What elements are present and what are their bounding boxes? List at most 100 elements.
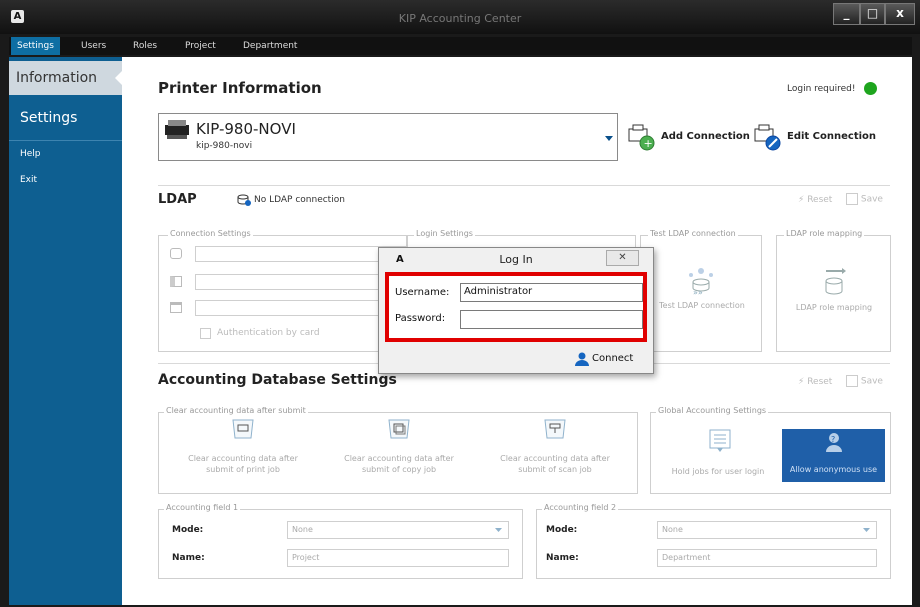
copy-bin-icon bbox=[388, 419, 410, 439]
accounting-field-1-group bbox=[158, 509, 523, 579]
allow-anonymous-label: Allow anonymous use bbox=[789, 465, 878, 474]
menu-bar: Settings Users Roles Project Department bbox=[9, 37, 912, 55]
ldap-role-mapping-legend: LDAP role mapping bbox=[784, 229, 865, 238]
clear-print-job-toggle[interactable]: Clear accounting data after submit of pr… bbox=[178, 419, 308, 489]
global-accounting-legend: Global Accounting Settings bbox=[656, 406, 769, 415]
ldap-status: No LDAP connection bbox=[254, 195, 345, 205]
field2-mode-value: None bbox=[662, 525, 683, 534]
ldap-save-button[interactable]: Save bbox=[846, 193, 883, 205]
auth-by-card-checkbox[interactable] bbox=[200, 328, 211, 339]
title-bar: A KIP Accounting Center _ □ x bbox=[0, 0, 920, 34]
accounting-save-label: Save bbox=[860, 376, 883, 387]
port-field[interactable] bbox=[195, 274, 408, 290]
printer-heading: Printer Information bbox=[158, 79, 322, 97]
ldap-status-icon bbox=[237, 194, 251, 206]
field1-name-input[interactable]: Project bbox=[287, 549, 509, 567]
role-mapping-icon bbox=[825, 268, 846, 295]
add-connection-icon: + bbox=[628, 124, 655, 151]
field1-name-label: Name: bbox=[172, 553, 205, 563]
allow-anonymous-toggle[interactable]: ? Allow anonymous use bbox=[782, 429, 885, 482]
window-title: KIP Accounting Center bbox=[398, 12, 522, 25]
svg-text:+: + bbox=[644, 137, 653, 150]
ldap-role-mapping-button[interactable]: LDAP role mapping bbox=[778, 267, 890, 322]
divider bbox=[158, 185, 890, 186]
server-field[interactable] bbox=[195, 246, 408, 262]
clear-copy-job-toggle[interactable]: Clear accounting data after submit of co… bbox=[334, 419, 464, 489]
app-window: A KIP Accounting Center _ □ x Settings U… bbox=[0, 0, 920, 607]
save-icon bbox=[846, 375, 858, 387]
login-status-icon bbox=[864, 82, 877, 95]
add-connection-label: Add Connection bbox=[661, 131, 750, 142]
tab-project[interactable]: Project bbox=[185, 37, 216, 55]
ldap-heading: LDAP bbox=[158, 192, 197, 207]
printer-select[interactable]: KIP-980-NOVI kip-980-novi bbox=[158, 113, 618, 161]
field2-name-input[interactable]: Department bbox=[657, 549, 877, 567]
sidebar-divider bbox=[9, 140, 122, 141]
printer-host: kip-980-novi bbox=[196, 141, 253, 151]
hold-jobs-label: Hold jobs for user login bbox=[671, 467, 765, 476]
printer-icon bbox=[165, 120, 189, 139]
password-input[interactable] bbox=[460, 310, 643, 329]
domain-field[interactable] bbox=[195, 300, 408, 316]
test-ldap-legend: Test LDAP connection bbox=[648, 229, 738, 238]
field2-mode-select[interactable]: None bbox=[657, 521, 877, 539]
sidebar-item-information[interactable]: Information bbox=[9, 61, 122, 95]
password-label: Password: bbox=[395, 313, 446, 324]
tab-roles[interactable]: Roles bbox=[133, 37, 157, 55]
hold-jobs-toggle[interactable]: Hold jobs for user login bbox=[658, 425, 778, 485]
accounting-heading: Accounting Database Settings bbox=[158, 372, 397, 388]
chevron-down-icon bbox=[863, 528, 870, 532]
sidebar-item-exit[interactable]: Exit bbox=[9, 172, 122, 188]
auth-by-card-label: Authentication by card bbox=[217, 328, 320, 338]
minimize-button[interactable]: _ bbox=[833, 3, 860, 25]
anonymous-user-icon: ? bbox=[826, 433, 842, 452]
username-label: Username: bbox=[395, 287, 450, 298]
dialog-close-button[interactable]: ✕ bbox=[606, 250, 639, 266]
login-required-text: Login required! bbox=[787, 84, 856, 94]
connection-settings-legend: Connection Settings bbox=[168, 229, 253, 238]
chevron-down-icon bbox=[605, 136, 613, 141]
app-icon: A bbox=[11, 10, 24, 23]
user-icon bbox=[575, 352, 589, 366]
add-connection-button[interactable]: + Add Connection bbox=[627, 123, 750, 153]
accounting-reset-label: Reset bbox=[807, 377, 833, 387]
scan-bin-icon bbox=[544, 419, 566, 439]
domain-icon bbox=[170, 302, 182, 313]
login-dialog: A Log In ✕ Username: Administrator Passw… bbox=[378, 247, 654, 374]
tab-users[interactable]: Users bbox=[81, 37, 106, 55]
clear-print-label: Clear accounting data after submit of pr… bbox=[188, 454, 298, 474]
test-ldap-label: Test LDAP connection bbox=[659, 301, 745, 310]
accounting-reset-button[interactable]: ⚡ Reset bbox=[798, 377, 832, 387]
login-settings-legend: Login Settings bbox=[414, 229, 475, 238]
field2-mode-label: Mode: bbox=[546, 525, 578, 535]
ldap-save-label: Save bbox=[860, 194, 883, 205]
port-icon bbox=[170, 276, 182, 287]
field1-mode-value: None bbox=[292, 525, 313, 534]
field2-name-label: Name: bbox=[546, 553, 579, 563]
test-ldap-button[interactable]: »» Test LDAP connection bbox=[644, 267, 760, 322]
close-button[interactable]: x bbox=[885, 3, 915, 25]
sidebar-item-help[interactable]: Help bbox=[9, 146, 122, 162]
ldap-role-mapping-label: LDAP role mapping bbox=[795, 303, 873, 312]
svg-text:»»: »» bbox=[693, 288, 703, 295]
username-input[interactable]: Administrator bbox=[460, 283, 643, 302]
chevron-down-icon bbox=[495, 528, 502, 532]
accounting-save-button[interactable]: Save bbox=[846, 375, 883, 387]
printer-name: KIP-980-NOVI bbox=[196, 120, 296, 138]
ldap-reset-button[interactable]: ⚡ Reset bbox=[798, 195, 832, 205]
save-icon bbox=[846, 193, 858, 205]
field1-mode-label: Mode: bbox=[172, 525, 204, 535]
edit-connection-button[interactable]: Edit Connection bbox=[753, 123, 876, 153]
tab-settings[interactable]: Settings bbox=[11, 37, 60, 55]
sidebar-item-settings[interactable]: Settings bbox=[9, 104, 122, 132]
credentials-highlight: Username: Administrator Password: bbox=[385, 272, 647, 342]
edit-connection-label: Edit Connection bbox=[787, 131, 877, 142]
sidebar: Information Settings Help Exit bbox=[9, 57, 123, 605]
maximize-button[interactable]: □ bbox=[860, 3, 885, 25]
field1-mode-select[interactable]: None bbox=[287, 521, 509, 539]
dialog-title-bar: A Log In ✕ bbox=[379, 248, 653, 272]
clear-scan-label: Clear accounting data after submit of sc… bbox=[500, 454, 610, 474]
clear-accounting-legend: Clear accounting data after submit bbox=[164, 406, 308, 415]
tab-department[interactable]: Department bbox=[243, 37, 297, 55]
clear-scan-job-toggle[interactable]: Clear accounting data after submit of sc… bbox=[490, 419, 620, 489]
